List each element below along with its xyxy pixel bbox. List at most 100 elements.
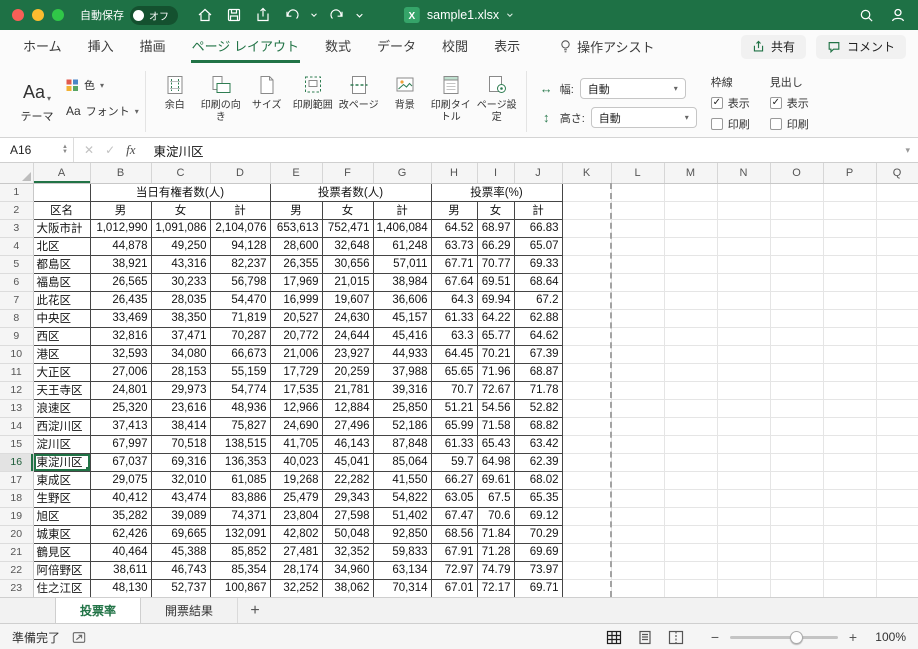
data-cell[interactable]: 37,471 — [151, 327, 211, 346]
data-cell[interactable]: 70,287 — [210, 327, 271, 346]
checkbox-unchecked-icon[interactable] — [710, 118, 723, 130]
empty-cell[interactable] — [664, 399, 718, 418]
autosave-control[interactable]: 自動保存 オフ — [80, 5, 178, 25]
data-cell[interactable]: 21,006 — [270, 345, 323, 364]
insert-function-button[interactable]: fx — [126, 142, 135, 158]
undo-button[interactable] — [279, 4, 304, 26]
data-cell[interactable]: 28,174 — [270, 561, 323, 580]
empty-cell[interactable] — [611, 579, 665, 597]
data-cell[interactable]: 51.21 — [431, 399, 478, 418]
col-header-O[interactable]: O — [770, 163, 824, 184]
data-cell[interactable]: 32,816 — [90, 327, 152, 346]
empty-cell[interactable] — [876, 273, 918, 292]
data-cell[interactable]: 39,089 — [151, 507, 211, 526]
cell-A3[interactable]: 大阪市計 — [32, 219, 91, 238]
row-header-5[interactable]: 5 — [0, 255, 34, 274]
empty-cell[interactable] — [823, 381, 877, 400]
empty-cell[interactable] — [562, 345, 612, 364]
cell-A6[interactable]: 福島区 — [32, 273, 91, 292]
empty-cell[interactable] — [823, 291, 877, 310]
empty-cell[interactable] — [717, 543, 771, 562]
empty-cell[interactable] — [717, 489, 771, 508]
account-button[interactable] — [890, 7, 906, 23]
data-cell[interactable]: 45,041 — [322, 453, 374, 472]
data-cell[interactable]: 52,737 — [151, 579, 211, 597]
empty-cell[interactable] — [611, 255, 665, 274]
row-header-10[interactable]: 10 — [0, 345, 34, 364]
empty-cell[interactable] — [876, 237, 918, 256]
empty-cell[interactable] — [664, 489, 718, 508]
cell-A12[interactable]: 天王寺区 — [32, 381, 91, 400]
stepper-down-icon[interactable]: ▼ — [62, 149, 68, 155]
empty-cell[interactable] — [611, 561, 665, 580]
empty-cell[interactable] — [664, 327, 718, 346]
themes-button[interactable]: Aa ▾ テーマ — [12, 71, 62, 124]
tab-home[interactable]: ホーム — [22, 30, 63, 63]
empty-cell[interactable] — [664, 417, 718, 436]
status-indicator-icon[interactable] — [72, 631, 86, 644]
data-cell[interactable]: 71.84 — [477, 525, 515, 544]
empty-cell[interactable] — [664, 237, 718, 256]
col-header-G[interactable]: G — [373, 163, 432, 184]
empty-cell[interactable] — [823, 399, 877, 418]
data-cell[interactable]: 25,850 — [373, 399, 432, 418]
data-cell[interactable]: 17,969 — [270, 273, 323, 292]
cell-A11[interactable]: 大正区 — [32, 363, 91, 382]
data-cell[interactable]: 16,999 — [270, 291, 323, 310]
empty-cell[interactable] — [770, 453, 824, 472]
data-cell[interactable]: 61,248 — [373, 237, 432, 256]
col-header-P[interactable]: P — [823, 163, 877, 184]
col-header-L[interactable]: L — [611, 163, 665, 184]
zoom-out-button[interactable]: − — [709, 629, 721, 645]
normal-view-button[interactable] — [606, 630, 622, 645]
col-header-A[interactable]: A — [33, 163, 91, 184]
zoom-level[interactable]: 100% — [868, 630, 906, 644]
row-header-6[interactable]: 6 — [0, 273, 34, 292]
empty-cell[interactable] — [876, 291, 918, 310]
data-cell[interactable]: 71.58 — [477, 417, 515, 436]
data-cell[interactable]: 64.52 — [431, 219, 478, 238]
data-cell[interactable]: 69.12 — [514, 507, 563, 526]
empty-cell[interactable] — [562, 183, 612, 202]
empty-cell[interactable] — [823, 255, 877, 274]
data-cell[interactable]: 57,011 — [373, 255, 432, 274]
zoom-window-button[interactable] — [52, 9, 64, 21]
sub-header-cell[interactable]: 男 — [270, 201, 323, 220]
data-cell[interactable]: 68.97 — [477, 219, 515, 238]
empty-cell[interactable] — [823, 219, 877, 238]
data-cell[interactable]: 87,848 — [373, 435, 432, 454]
row-header-23[interactable]: 23 — [0, 579, 34, 597]
empty-cell[interactable] — [611, 489, 665, 508]
data-cell[interactable]: 71.78 — [514, 381, 563, 400]
share-button[interactable]: 共有 — [740, 34, 806, 59]
orientation-button[interactable]: 印刷の向き — [198, 68, 244, 123]
data-cell[interactable]: 17,729 — [270, 363, 323, 382]
empty-cell[interactable] — [717, 201, 771, 220]
empty-cell[interactable] — [717, 255, 771, 274]
data-cell[interactable]: 41,705 — [270, 435, 323, 454]
data-cell[interactable]: 38,984 — [373, 273, 432, 292]
data-cell[interactable]: 45,157 — [373, 309, 432, 328]
empty-cell[interactable] — [664, 435, 718, 454]
data-cell[interactable]: 74,371 — [210, 507, 271, 526]
empty-cell[interactable] — [876, 435, 918, 454]
empty-cell[interactable] — [770, 489, 824, 508]
empty-cell[interactable] — [664, 525, 718, 544]
empty-cell[interactable] — [611, 399, 665, 418]
cell-A22[interactable]: 阿倍野区 — [32, 561, 91, 580]
empty-cell[interactable] — [611, 291, 665, 310]
empty-cell[interactable] — [876, 399, 918, 418]
sub-header-cell[interactable]: 計 — [210, 201, 271, 220]
row-header-15[interactable]: 15 — [0, 435, 34, 454]
data-cell[interactable]: 32,648 — [322, 237, 374, 256]
data-cell[interactable]: 37,988 — [373, 363, 432, 382]
empty-cell[interactable] — [611, 219, 665, 238]
empty-cell[interactable] — [717, 417, 771, 436]
empty-cell[interactable] — [770, 237, 824, 256]
row-header-17[interactable]: 17 — [0, 471, 34, 490]
empty-cell[interactable] — [664, 219, 718, 238]
empty-cell[interactable] — [562, 525, 612, 544]
col-header-I[interactable]: I — [477, 163, 515, 184]
empty-cell[interactable] — [770, 399, 824, 418]
empty-cell[interactable] — [876, 255, 918, 274]
